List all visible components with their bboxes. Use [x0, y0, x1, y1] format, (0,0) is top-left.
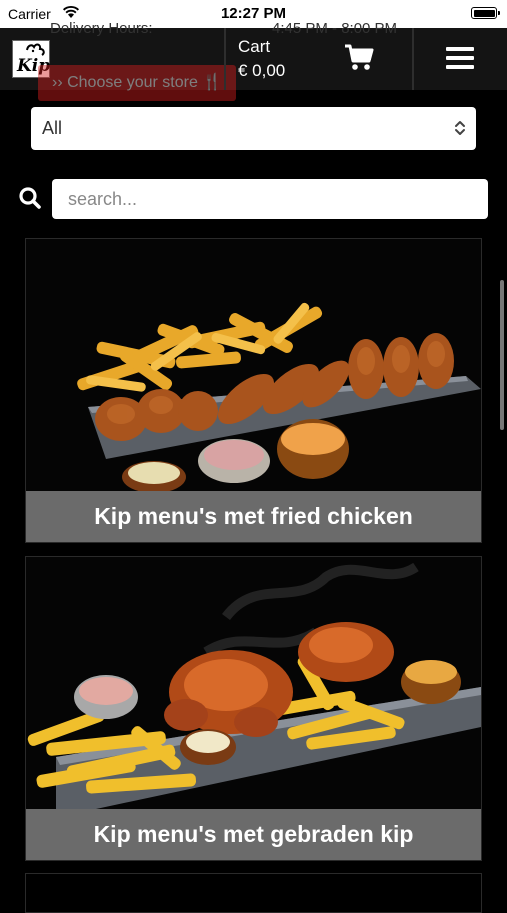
shopping-cart-icon[interactable]: [344, 44, 374, 77]
header-divider: [412, 28, 414, 90]
hamburger-menu-icon[interactable]: [446, 46, 474, 75]
category-filter-select[interactable]: All: [31, 107, 476, 150]
scrollbar[interactable]: [500, 280, 504, 430]
battery-icon: [471, 7, 500, 19]
category-card-roasted-chicken[interactable]: Kip menu's met gebraden kip: [25, 556, 482, 861]
cart-total[interactable]: € 0,00: [238, 61, 285, 81]
cart-label[interactable]: Cart: [238, 37, 270, 57]
category-title: Kip menu's met gebraden kip: [26, 809, 481, 860]
chevron-up-down-icon: [454, 120, 466, 141]
selected-category: All: [42, 118, 63, 138]
app-header: Delivery Hours: 4:45 PM - 8:00 PM Kip ››…: [0, 20, 507, 101]
search-icon[interactable]: [18, 186, 42, 215]
roasted-chicken-menu-image: [26, 557, 481, 809]
header-divider: [224, 28, 226, 90]
search-input[interactable]: [52, 179, 488, 219]
delivery-hours-value: 4:45 PM - 8:00 PM: [272, 20, 398, 37]
category-title: Kip menu's met fried chicken: [26, 491, 481, 542]
choose-store-button[interactable]: ›› Choose your store 🍴: [38, 65, 236, 101]
delivery-hours-label: Delivery Hours:: [50, 20, 153, 37]
category-card-next[interactable]: [25, 873, 482, 913]
category-card-fried-chicken[interactable]: Kip menu's met fried chicken: [25, 238, 482, 543]
fried-chicken-menu-image: [26, 239, 481, 491]
